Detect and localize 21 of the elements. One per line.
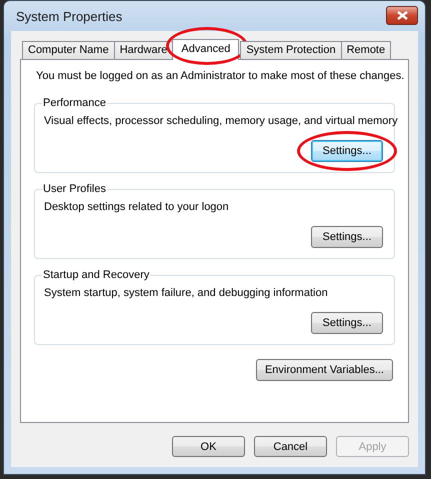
close-icon xyxy=(396,10,408,20)
window-title: System Properties xyxy=(15,8,122,24)
environment-variables-button[interactable]: Environment Variables... xyxy=(256,359,393,381)
group-description: System startup, system failure, and debugging information xyxy=(44,286,328,300)
notice-text: You must be logged on as an Administrator to make most of these changes. xyxy=(36,69,404,83)
settings-button[interactable]: Settings... xyxy=(311,312,383,334)
group-title: Performance xyxy=(42,97,107,109)
dialog-button[interactable]: Cancel xyxy=(254,436,327,457)
tab[interactable]: System Protection xyxy=(240,41,342,59)
settings-button[interactable]: Settings... xyxy=(311,140,383,162)
group-title: Startup and Recovery xyxy=(42,269,150,281)
group-title: User Profiles xyxy=(42,183,107,195)
tab[interactable]: Advanced xyxy=(172,39,240,60)
dialog-button[interactable]: OK xyxy=(172,436,245,457)
close-button[interactable] xyxy=(386,6,418,24)
tab[interactable]: Hardware xyxy=(114,41,174,59)
group-description: Visual effects, processor scheduling, memory usage, and virtual memory xyxy=(44,114,398,128)
tab[interactable]: Remote xyxy=(340,41,392,59)
settings-button[interactable]: Settings... xyxy=(311,226,383,248)
group-description: Desktop settings related to your logon xyxy=(44,200,229,214)
tab[interactable]: Computer Name xyxy=(22,41,115,59)
